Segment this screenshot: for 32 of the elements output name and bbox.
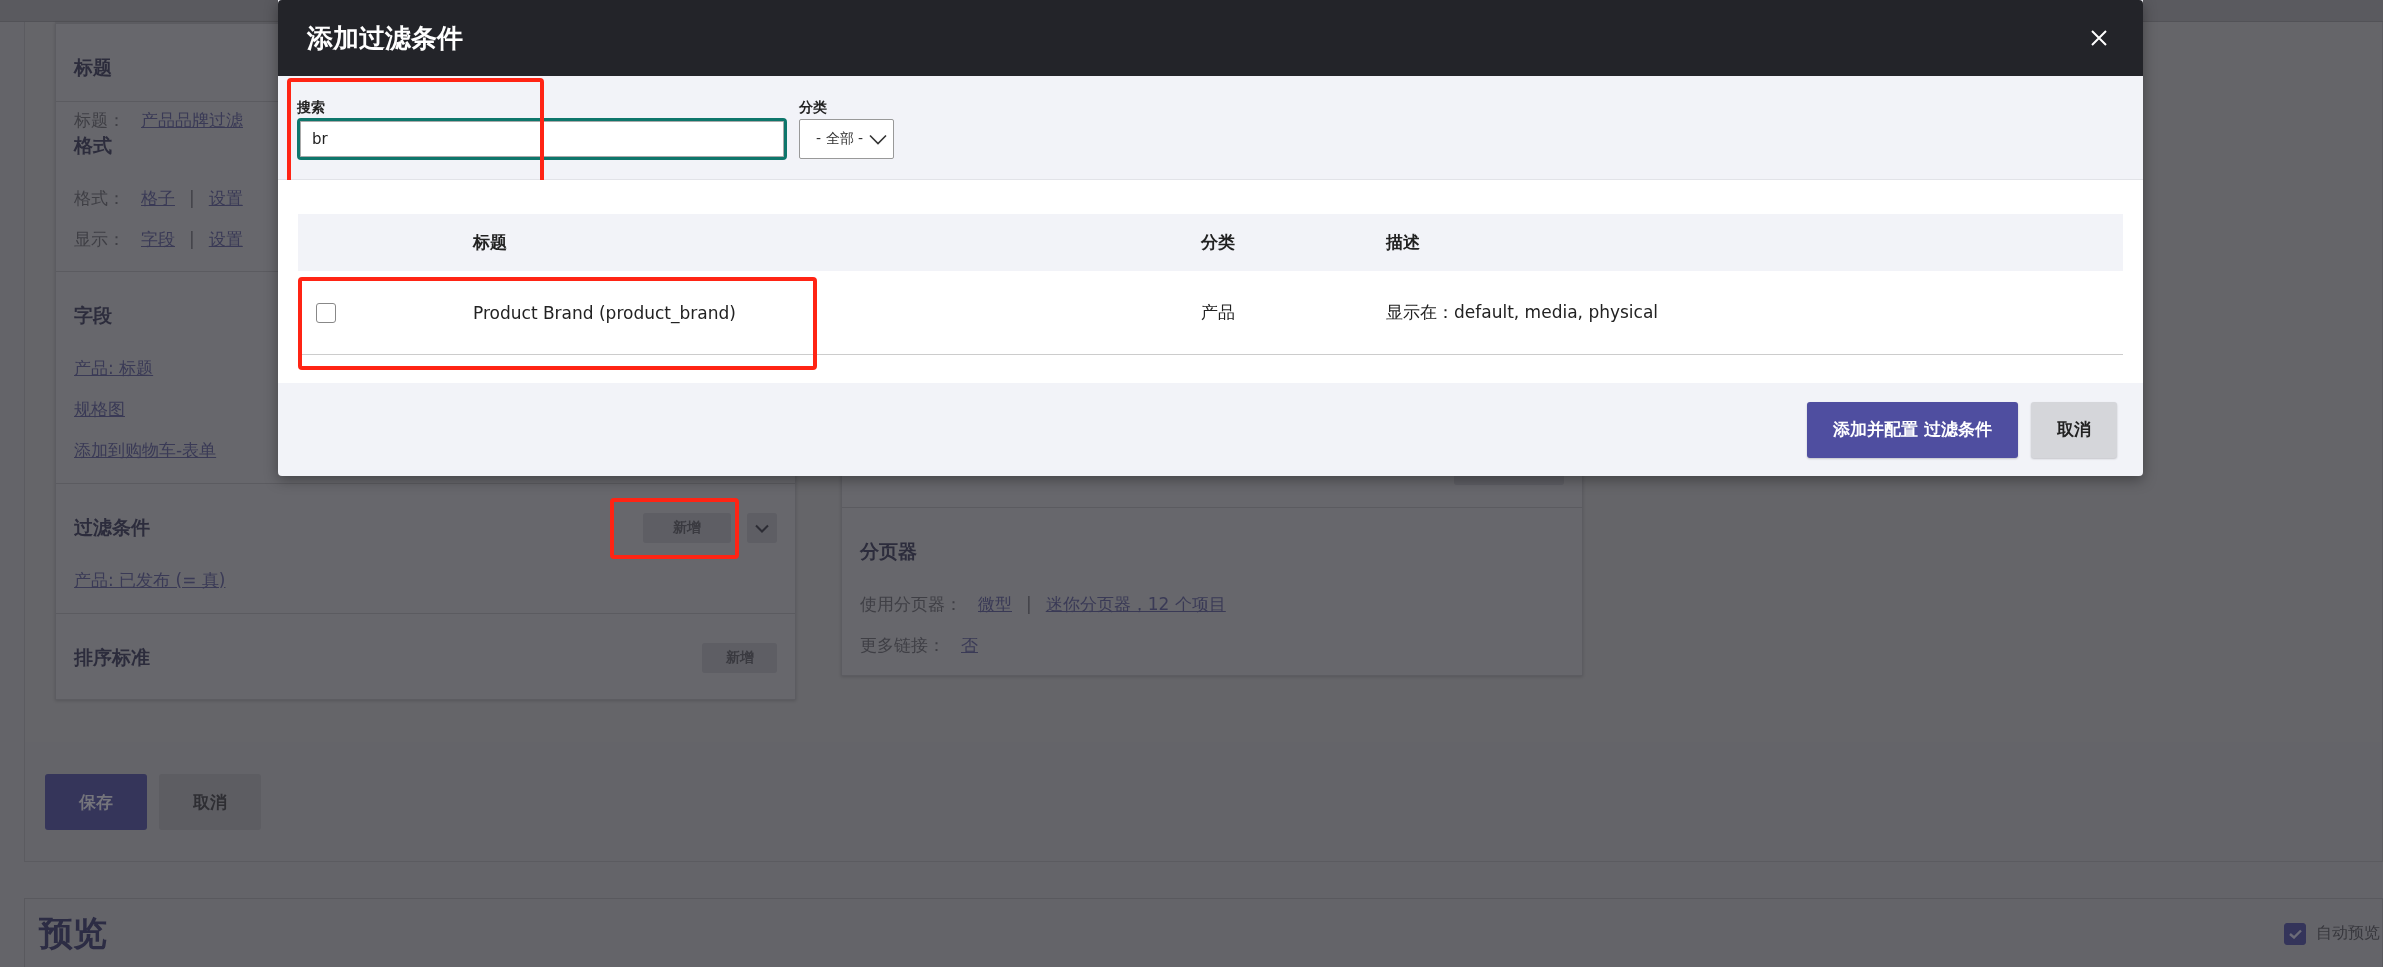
category-select[interactable]: - 全部 - bbox=[799, 119, 894, 159]
add-configure-button[interactable]: 添加并配置 过滤条件 bbox=[1807, 401, 2018, 458]
save-button[interactable]: 保存 bbox=[45, 774, 147, 830]
table-cell-text: Product Brand (product_brand) bbox=[473, 302, 737, 323]
separator: | bbox=[189, 187, 195, 210]
close-icon bbox=[2089, 28, 2109, 48]
column-header: 描述 bbox=[1386, 231, 1421, 254]
close-button[interactable] bbox=[2089, 28, 2109, 48]
dropdown-button[interactable] bbox=[747, 513, 777, 543]
chevron-down-icon bbox=[869, 133, 887, 145]
search-label: 搜索 bbox=[297, 98, 326, 117]
separator: | bbox=[189, 228, 195, 251]
cancel-button[interactable]: 取消 bbox=[2031, 401, 2117, 458]
table-cell-text: 产品 bbox=[1201, 301, 1236, 324]
row-checkbox[interactable] bbox=[316, 302, 336, 323]
search-field[interactable]: br bbox=[297, 118, 787, 160]
modal-title: 添加过滤条件 bbox=[307, 21, 463, 55]
auto-preview-checkbox[interactable] bbox=[2284, 922, 2306, 945]
section-heading: 分页器 bbox=[860, 539, 917, 564]
section-heading: 格式 bbox=[74, 133, 112, 158]
section-heading: 标题 bbox=[74, 55, 112, 80]
section-heading: 过滤条件 bbox=[74, 515, 150, 540]
separator: | bbox=[1026, 593, 1032, 616]
column-header: 标题 bbox=[473, 231, 508, 254]
check-icon bbox=[2288, 928, 2302, 939]
chevron-down-icon bbox=[755, 523, 769, 533]
category-label: 分类 bbox=[799, 98, 828, 117]
preview-title: 预览 bbox=[39, 911, 107, 955]
section-heading: 字段 bbox=[74, 303, 112, 328]
section-heading: 排序标准 bbox=[74, 645, 150, 670]
column-header: 分类 bbox=[1201, 231, 1236, 254]
table-cell-text: 显示在：default, media, physical bbox=[1386, 301, 1660, 324]
